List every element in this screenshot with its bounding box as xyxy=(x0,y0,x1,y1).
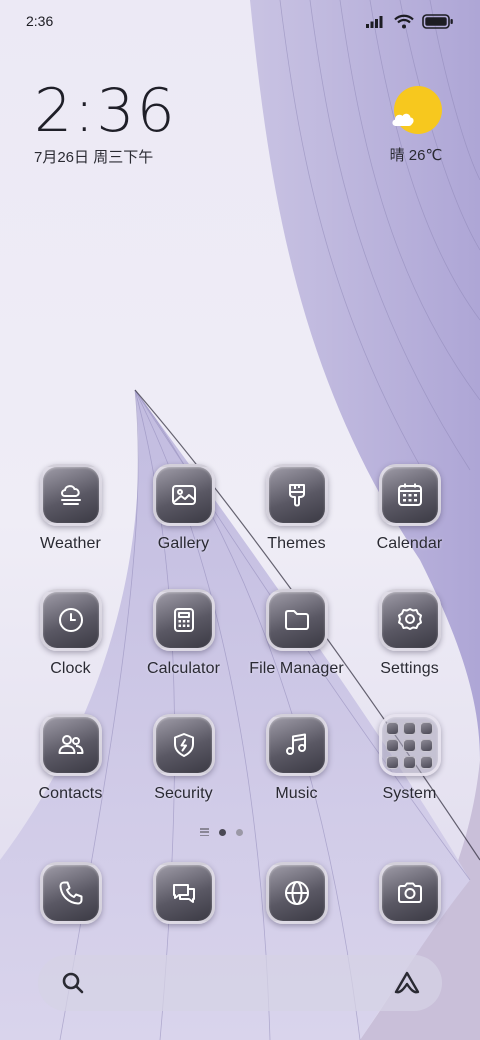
dock xyxy=(14,862,466,924)
app-calendar[interactable]: Calendar xyxy=(353,464,466,560)
weather-icon[interactable] xyxy=(39,464,102,526)
app-grid: Weather Gallery Themes Calendar Clock Ca… xyxy=(14,464,466,810)
folder-mini-icons xyxy=(386,721,433,769)
app-label: Weather xyxy=(40,535,101,552)
app-label: Music xyxy=(275,785,318,802)
app-music[interactable]: Music xyxy=(240,714,353,810)
page-indicator[interactable] xyxy=(200,828,243,836)
status-bar: 2:36 xyxy=(0,0,480,42)
wifi-icon xyxy=(394,14,414,28)
weather-text: 晴 26℃ xyxy=(389,147,443,164)
search-icon[interactable] xyxy=(60,970,86,996)
app-label: System xyxy=(382,785,437,802)
app-clock[interactable]: Clock xyxy=(14,589,127,685)
app-file-manager[interactable]: File Manager xyxy=(240,589,353,685)
dock-browser[interactable] xyxy=(240,862,353,924)
gear-icon[interactable] xyxy=(378,589,441,651)
app-label: Security xyxy=(154,785,213,802)
status-icons xyxy=(366,13,454,29)
status-time: 2:36 xyxy=(26,13,54,29)
app-label: Calendar xyxy=(376,535,443,552)
clock-widget-date: 7月26日 周三下午 xyxy=(34,149,154,166)
folder-icon[interactable] xyxy=(265,589,328,651)
app-gallery[interactable]: Gallery xyxy=(127,464,240,560)
sunny-cloud-icon xyxy=(392,86,442,134)
app-calculator[interactable]: Calculator xyxy=(127,589,240,685)
messages-icon[interactable] xyxy=(152,862,215,924)
app-settings[interactable]: Settings xyxy=(353,589,466,685)
battery-icon xyxy=(422,13,453,29)
clock-widget-time: 2:36 xyxy=(34,76,177,146)
dock-phone[interactable] xyxy=(14,862,127,924)
calendar-icon[interactable] xyxy=(378,464,441,526)
app-contacts[interactable]: Contacts xyxy=(14,714,127,810)
app-label: Calculator xyxy=(146,660,221,677)
themes-icon[interactable] xyxy=(265,464,328,526)
app-label: Gallery xyxy=(157,535,210,552)
page-dot[interactable] xyxy=(236,828,243,836)
music-note-icon[interactable] xyxy=(265,714,328,776)
dock-messages[interactable] xyxy=(127,862,240,924)
app-label: Clock xyxy=(50,660,91,677)
browser-icon[interactable] xyxy=(265,862,328,924)
weather-widget[interactable]: 晴 26℃ xyxy=(386,84,446,165)
dock-camera[interactable] xyxy=(353,862,466,924)
assistant-icon[interactable] xyxy=(392,970,422,996)
app-security[interactable]: Security xyxy=(127,714,240,810)
app-system-folder[interactable]: System xyxy=(353,714,466,810)
app-label: Settings xyxy=(380,660,439,677)
app-label: File Manager xyxy=(249,660,344,677)
contacts-icon[interactable] xyxy=(39,714,102,776)
app-label: Themes xyxy=(267,535,326,552)
app-themes[interactable]: Themes xyxy=(240,464,353,560)
list-icon xyxy=(200,828,209,836)
shield-icon[interactable] xyxy=(152,714,215,776)
phone-icon[interactable] xyxy=(39,862,102,924)
system-folder-icon[interactable] xyxy=(378,714,441,776)
camera-icon[interactable] xyxy=(378,862,441,924)
gallery-icon[interactable] xyxy=(152,464,215,526)
app-label: Contacts xyxy=(38,785,103,802)
calculator-icon[interactable] xyxy=(152,589,215,651)
clock-icon[interactable] xyxy=(39,589,102,651)
page-dot-active[interactable] xyxy=(219,828,226,836)
search-bar[interactable] xyxy=(38,955,442,1011)
app-weather[interactable]: Weather xyxy=(14,464,127,560)
signal-icon xyxy=(366,16,383,28)
clock-widget[interactable]: 2:36 7月26日 周三下午 xyxy=(34,78,177,167)
